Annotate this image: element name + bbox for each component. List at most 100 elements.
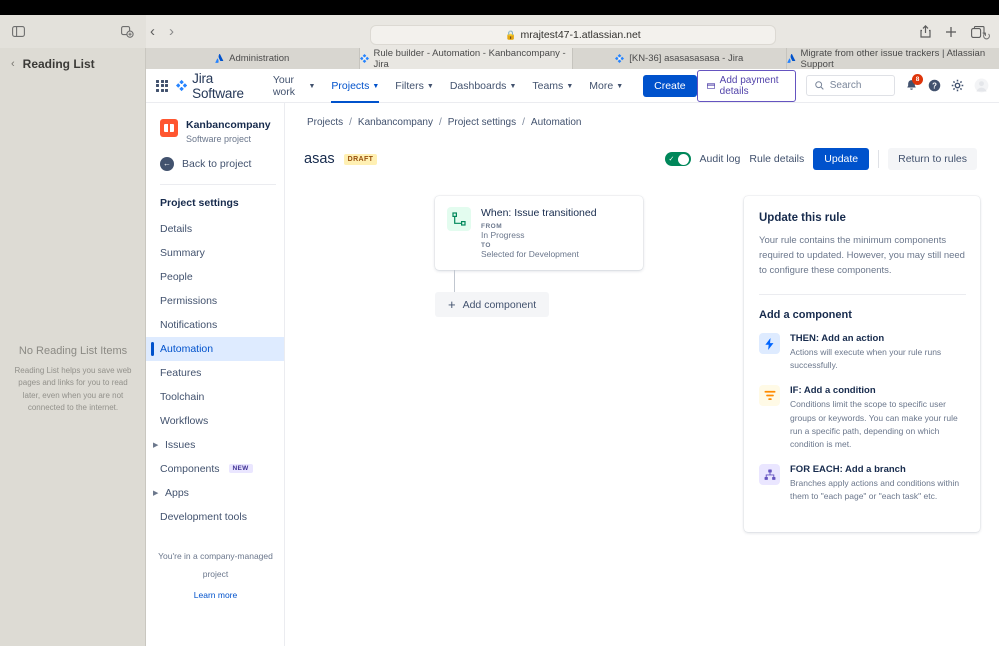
- new-tab-icon[interactable]: [945, 26, 957, 38]
- trigger-from-label: FROM: [481, 223, 503, 230]
- nav-item-dashboards[interactable]: Dashboards ▼: [442, 69, 525, 103]
- breadcrumb-item-automation[interactable]: Automation: [531, 117, 582, 128]
- app-switcher-icon[interactable]: [156, 79, 168, 92]
- reload-icon[interactable]: ↻: [982, 30, 991, 43]
- new-tab-group-icon[interactable]: [121, 25, 134, 38]
- component-option-condition[interactable]: IF: Add a condition Conditions limit the…: [759, 385, 966, 451]
- nav-item-label: Dashboards: [449, 79, 507, 92]
- gear-icon[interactable]: [951, 79, 964, 92]
- check-icon: ✓: [668, 156, 675, 163]
- rule-canvas: When: Issue transitioned FROM In Progres…: [285, 170, 999, 533]
- chevron-right-icon: ▶: [153, 441, 159, 449]
- sidebar-item-label: Permissions: [160, 294, 218, 307]
- jira-logo-text: Jira Software: [192, 70, 244, 101]
- breadcrumb-item-kanbancompany[interactable]: Kanbancompany: [358, 117, 433, 128]
- component-title: FOR EACH: Add a branch: [790, 464, 906, 476]
- help-icon[interactable]: ?: [928, 79, 941, 92]
- project-name: Kanbancompany: [186, 119, 271, 131]
- project-header[interactable]: Kanbancompany Software project: [146, 103, 284, 144]
- sidebar-item-label: Summary: [160, 246, 205, 259]
- back-to-project-label: Back to project: [182, 157, 252, 170]
- create-button[interactable]: Create: [643, 74, 697, 97]
- update-button[interactable]: Update: [813, 148, 870, 170]
- company-managed-text: You're in a company-managed project: [158, 551, 273, 579]
- sidebar-item-label: Toolchain: [160, 390, 205, 403]
- sidebar-item-people[interactable]: People: [146, 265, 284, 289]
- add-payment-details-button[interactable]: Add payment details: [696, 69, 796, 102]
- jira-logo[interactable]: Jira Software: [176, 71, 249, 101]
- sidebar-item-permissions[interactable]: Permissions: [146, 289, 284, 313]
- sidebar-item-development-tools[interactable]: Development tools: [146, 505, 284, 529]
- sidebar-item-workflows[interactable]: Workflows: [146, 409, 284, 433]
- sidebar-item-toolchain[interactable]: Toolchain: [146, 385, 284, 409]
- nav-item-more[interactable]: More ▼: [581, 69, 631, 103]
- sidebar-item-label: People: [160, 270, 193, 283]
- trigger-title: When: Issue transitioned: [481, 207, 597, 219]
- avatar[interactable]: [974, 78, 989, 93]
- main-content: Projects / Kanbancompany / Project setti…: [285, 103, 999, 646]
- rule-details-button[interactable]: Rule details: [749, 153, 804, 165]
- trigger-to-label: TO: [481, 242, 491, 249]
- chevron-down-icon: ▼: [509, 83, 517, 90]
- back-arrow-circle-icon: ←: [160, 156, 174, 171]
- forward-arrow-icon[interactable]: ›: [169, 24, 174, 39]
- nav-item-projects[interactable]: Projects ▼: [323, 69, 387, 103]
- address-bar[interactable]: 🔒 mrajtest47-1.atlassian.net: [370, 25, 776, 45]
- sidebar-item-summary[interactable]: Summary: [146, 241, 284, 265]
- breadcrumb-separator: /: [522, 117, 525, 128]
- sidebar-item-label: Notifications: [160, 318, 218, 331]
- component-option-branch[interactable]: FOR EACH: Add a branch Branches apply ac…: [759, 464, 966, 503]
- company-managed-note: You're in a company-managed project Lear…: [146, 546, 285, 600]
- screen: ‹ › 🔒 mrajtest47-1.atlassian.net ↻ Admin…: [0, 0, 999, 646]
- search-input[interactable]: Search: [805, 75, 895, 96]
- browser-tab-active[interactable]: Rule builder - Automation - Kanbancompan…: [359, 48, 573, 70]
- branch-icon: [759, 464, 780, 486]
- add-component-button[interactable]: + Add component: [435, 292, 550, 317]
- audit-log-button[interactable]: Audit log: [700, 153, 741, 165]
- nav-item-filters[interactable]: Filters ▼: [387, 69, 442, 103]
- chevron-left-icon[interactable]: ‹: [11, 58, 15, 70]
- breadcrumb-item-project-settings[interactable]: Project settings: [448, 117, 516, 128]
- sidebar-toggle-icon[interactable]: [12, 26, 25, 37]
- browser-tab[interactable]: Migrate from other issue trackers | Atla…: [786, 48, 999, 70]
- sidebar-item-components[interactable]: Components NEW: [146, 457, 284, 481]
- sidebar-item-notifications[interactable]: Notifications: [146, 313, 284, 337]
- panel-subtitle: Add a component: [759, 309, 852, 321]
- share-icon[interactable]: [920, 25, 931, 38]
- trigger-card[interactable]: When: Issue transitioned FROM In Progres…: [435, 196, 643, 270]
- component-option-action[interactable]: THEN: Add an action Actions will execute…: [759, 333, 966, 372]
- trigger-from-value: In Progress: [481, 230, 525, 240]
- nav-item-label: Filters: [395, 79, 424, 92]
- learn-more-link[interactable]: Learn more: [146, 590, 285, 600]
- lightning-bolt-icon: [759, 333, 780, 354]
- breadcrumb-separator: /: [349, 117, 352, 128]
- return-to-rules-button[interactable]: Return to rules: [888, 148, 977, 170]
- nav-item-label: Projects: [331, 79, 370, 92]
- sidebar-item-apps[interactable]: ▶ Apps: [146, 481, 284, 505]
- atlassian-icon: [786, 54, 795, 63]
- sidebar-item-automation[interactable]: Automation: [146, 336, 284, 361]
- sidebar-item-issues[interactable]: ▶ Issues: [146, 433, 284, 457]
- sidebar-item-details[interactable]: Details: [146, 217, 284, 241]
- jira-nav-right: Add payment details Search 8 ?: [696, 69, 989, 102]
- rule-actions: ✓ Audit log Rule details Update Return t…: [664, 148, 977, 170]
- jira-body: Kanbancompany Software project ← Back to…: [146, 103, 999, 646]
- breadcrumb-item-projects[interactable]: Projects: [307, 117, 343, 128]
- browser-tab[interactable]: [KN-36] asasasasasa - Jira: [573, 48, 787, 69]
- trigger-transition-icon: [447, 207, 471, 231]
- rule-flow: When: Issue transitioned FROM In Progres…: [285, 196, 744, 532]
- nav-item-teams[interactable]: Teams ▼: [524, 69, 581, 103]
- nav-item-your-work[interactable]: Your work ▼: [265, 69, 324, 103]
- status-badge: DRAFT: [343, 153, 378, 165]
- bell-icon[interactable]: 8: [905, 74, 923, 92]
- back-to-project-link[interactable]: ← Back to project: [146, 144, 284, 184]
- browser-tab-label: Administration: [229, 53, 290, 64]
- reading-list-header: ‹ Reading List: [0, 48, 145, 71]
- sidebar-item-features[interactable]: Features: [146, 361, 284, 385]
- back-arrow-icon[interactable]: ‹: [150, 24, 155, 39]
- panel-description: Your rule contains the minimum component…: [759, 235, 965, 276]
- browser-tab[interactable]: Administration: [146, 48, 360, 69]
- rule-enabled-toggle[interactable]: ✓: [664, 152, 691, 166]
- svg-text:?: ?: [932, 81, 937, 90]
- trigger-to-value: Selected for Development: [481, 249, 579, 259]
